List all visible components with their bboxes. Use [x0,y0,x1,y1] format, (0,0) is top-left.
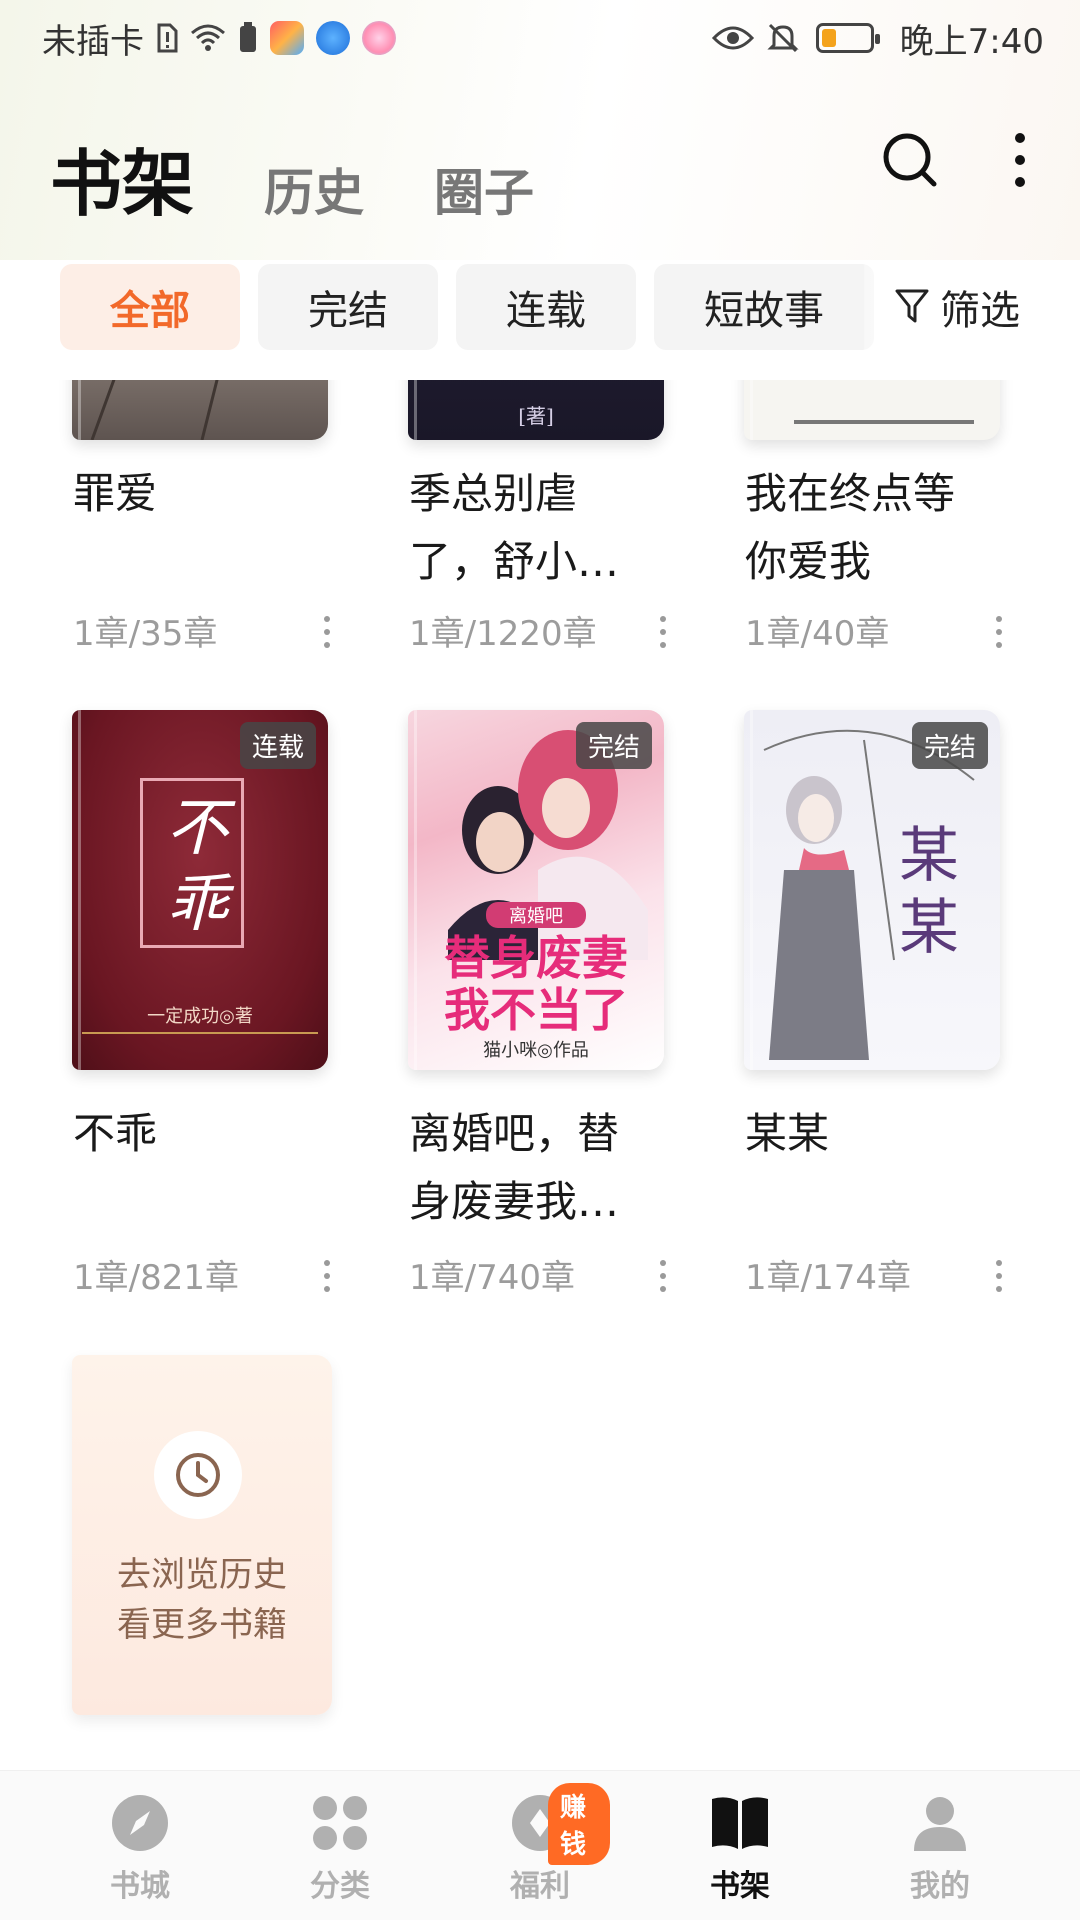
book-title-4[interactable]: 不乖 [73,1100,313,1168]
app-icon-brush [270,21,304,55]
nav-bookstore-label: 书城 [110,1869,170,1904]
book-title-3[interactable]: 我在终点等你爱我 [745,460,985,596]
nav-bookshelf[interactable]: 书架 [670,1793,810,1920]
book-more-button-4[interactable] [322,1260,332,1292]
nav-bookstore[interactable]: 书城 [70,1793,210,1920]
nav-welfare-label: 福利 [510,1869,570,1904]
search-icon[interactable] [880,130,940,190]
browse-history-line2: 看更多书籍 [117,1605,287,1645]
book-cover-1[interactable] [72,380,328,440]
browse-history-card[interactable]: 去浏览历史 看更多书籍 [72,1355,332,1715]
grid-icon [313,1796,367,1850]
book-more-button-1[interactable] [322,616,332,648]
wifi-icon [191,24,225,51]
app-icon-browser [316,21,350,55]
chip-all[interactable]: 全部 [60,264,240,350]
chip-short-stories[interactable]: 短故事 [654,264,874,350]
chip-finished[interactable]: 完结 [258,264,438,350]
tab-circle[interactable]: 圈子 [434,168,534,220]
book-more-button-3[interactable] [994,616,1004,648]
book-more-button-6[interactable] [994,1260,1004,1292]
cover-author-5: 猫小咪◎作品 [483,1040,589,1061]
book-title-6[interactable]: 某某 [745,1100,985,1168]
nav-category[interactable]: 分类 [270,1793,410,1920]
nav-bookshelf-label: 书架 [710,1869,770,1904]
header: 书架 历史 圈子 [0,120,1080,220]
cover-line2-5: 我不当了 [444,983,628,1037]
app-icon-bubble [362,21,396,55]
filter-chips: 全部 完结 连载 短故事 筛选 [60,264,1080,350]
header-actions [880,130,1030,190]
book-grid: 罪爱 1章/35章 [著] 季总别虐了，舒小… 1章/1220章 我在终点等你爱… [0,380,1080,1760]
clock-text: 晚上7:40 [899,21,1044,62]
bell-off-icon [767,23,799,53]
book-progress-1: 1章/35章 [73,614,218,654]
book-cover-4[interactable]: 不乖 一定成功◎著 连载 [72,710,328,1070]
chip-serializing[interactable]: 连载 [456,264,636,350]
tab-bookshelf[interactable]: 书架 [50,148,194,220]
book-cover-2[interactable]: [著] [408,380,664,440]
status-bar: 未插卡 晚上7:40 [0,0,1080,76]
book-title-5[interactable]: 离婚吧，替身废妻我… [409,1100,649,1236]
book-progress-4: 1章/821章 [73,1258,239,1298]
filter-button[interactable]: 筛选 [864,264,1020,350]
user-icon [914,1797,966,1851]
book-more-button-2[interactable] [658,616,668,648]
more-vertical-icon[interactable] [1010,130,1030,190]
book-more-button-5[interactable] [658,1260,668,1292]
nav-profile[interactable]: 我的 [870,1793,1010,1920]
cover-author-4: 一定成功◎著 [147,1006,253,1027]
status-badge-6: 完结 [911,722,988,769]
cover-gold-line [82,1032,318,1034]
book-progress-3: 1章/40章 [745,614,890,654]
book-title-1[interactable]: 罪爱 [73,460,313,528]
book-icon [712,1797,768,1849]
nav-profile-label: 我的 [910,1869,970,1904]
carrier-text: 未插卡 [42,21,144,62]
status-badge-4: 连载 [239,722,316,769]
cover-title-6: 某某 [899,821,959,963]
eye-icon [711,26,754,50]
book-cover-6[interactable]: 某某 完结 [744,710,1000,1070]
compass-icon [112,1795,168,1851]
book-cover-3[interactable] [744,380,1000,440]
status-badge-5: 完结 [575,722,652,769]
book-progress-6: 1章/174章 [745,1258,911,1298]
nav-category-label: 分类 [310,1869,370,1904]
status-left: 未插卡 [42,14,396,63]
cover-art-lines [794,420,974,424]
status-right: 晚上7:40 [711,14,1044,63]
clock-icon [154,1431,242,1519]
book-progress-5: 1章/740章 [409,1258,575,1298]
book-cover-5[interactable]: 离婚吧 替身废妻 我不当了 猫小咪◎作品 完结 [408,710,664,1070]
sim-icon [157,23,178,53]
browse-history-text: 去浏览历史 看更多书籍 [72,1550,332,1650]
battery-saver-icon [240,22,256,52]
cover-title-4: 不乖 [165,791,228,940]
book-title-2[interactable]: 季总别虐了，舒小… [409,460,649,596]
book-progress-2: 1章/1220章 [409,614,597,654]
earn-money-badge: 赚钱 [548,1783,610,1865]
tab-history[interactable]: 历史 [264,168,364,220]
bottom-nav: 书城 分类 赚钱 福利 书架 我的 [0,1770,1080,1920]
battery-icon [815,23,880,53]
browse-history-line1: 去浏览历史 [117,1555,287,1595]
nav-welfare[interactable]: 赚钱 福利 [470,1783,610,1920]
cover-art-branches [90,380,219,440]
filter-icon [895,289,929,323]
cover-text-2: [著] [518,404,554,428]
filter-label: 筛选 [940,288,1020,334]
